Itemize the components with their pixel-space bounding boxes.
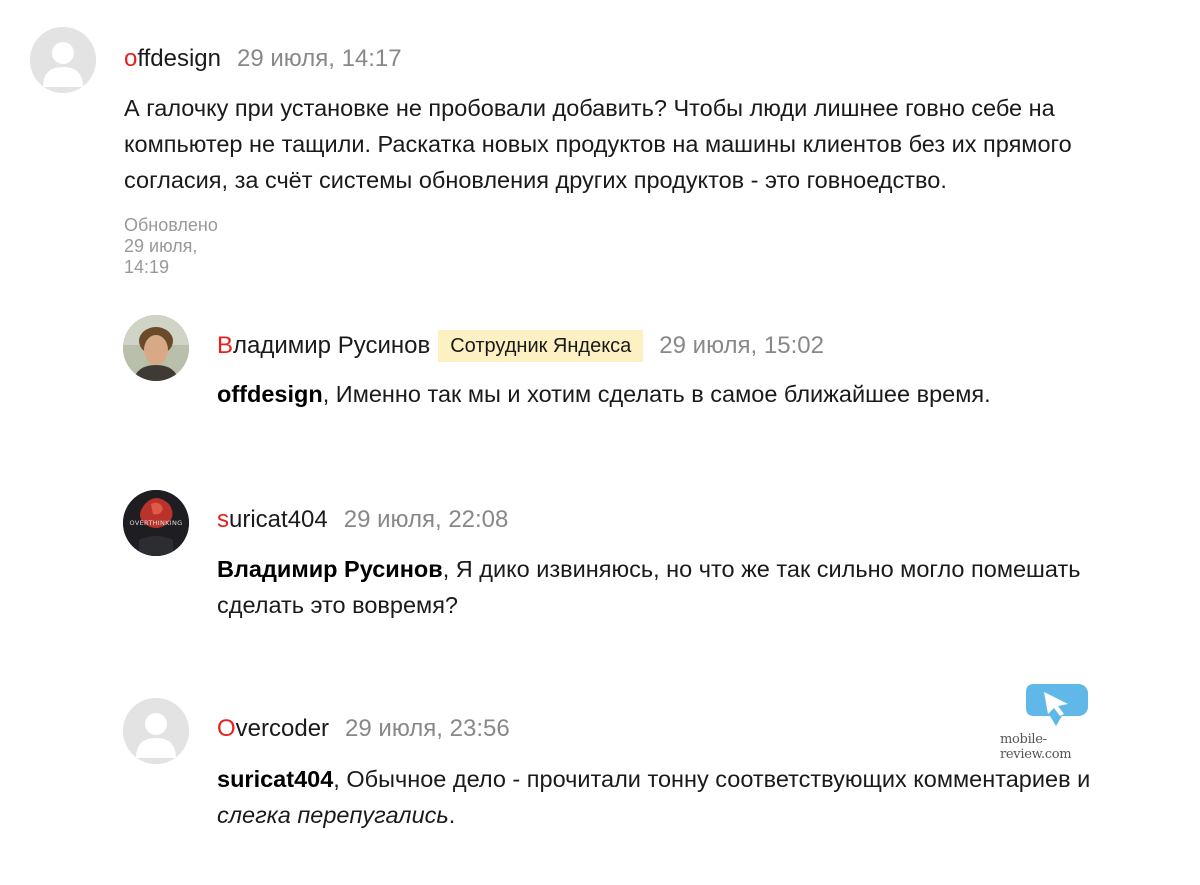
- reply-mention[interactable]: offdesign: [217, 381, 323, 407]
- comment-text: Владимир Русинов, Я дико извиняюсь, но ч…: [217, 556, 1081, 618]
- reply-mention[interactable]: suricat404: [217, 766, 333, 792]
- comment-text: suricat404, Обычное дело - прочитали тон…: [217, 766, 1091, 828]
- comment-author[interactable]: suricat404: [217, 506, 328, 534]
- default-avatar-icon[interactable]: [30, 27, 96, 93]
- comment-text: offdesign, Именно так мы и хотим сделать…: [217, 381, 991, 407]
- comment-updated: Обновлено 29 июля, 14:19: [124, 215, 218, 277]
- overthinking-avatar[interactable]: OVERTHINKING: [123, 490, 189, 556]
- comment-time[interactable]: 29 июля, 14:17: [237, 45, 402, 73]
- comment-time[interactable]: 29 июля, 15:02: [659, 332, 824, 360]
- reply-mention[interactable]: Владимир Русинов: [217, 556, 443, 582]
- comment-author[interactable]: Владимир Русинов: [217, 332, 430, 360]
- comment-time[interactable]: 29 июля, 22:08: [344, 506, 509, 534]
- comment-time[interactable]: 29 июля, 23:56: [345, 715, 510, 743]
- avatar-caption: OVERTHINKING: [129, 519, 183, 527]
- user-photo-avatar[interactable]: [123, 315, 189, 381]
- comment-author[interactable]: Overcoder: [217, 715, 329, 743]
- emphasis-text: слегка перепугались: [217, 802, 449, 828]
- employee-badge: Сотрудник Яндекса: [438, 330, 644, 362]
- watermark-text: mobile-review.com: [1000, 732, 1072, 762]
- comment-text: А галочку при установке не пробовали доб…: [124, 95, 1072, 193]
- arrow-cursor-icon: [1026, 684, 1088, 726]
- comment-author[interactable]: offdesign: [124, 45, 221, 73]
- default-avatar-icon[interactable]: [123, 698, 189, 764]
